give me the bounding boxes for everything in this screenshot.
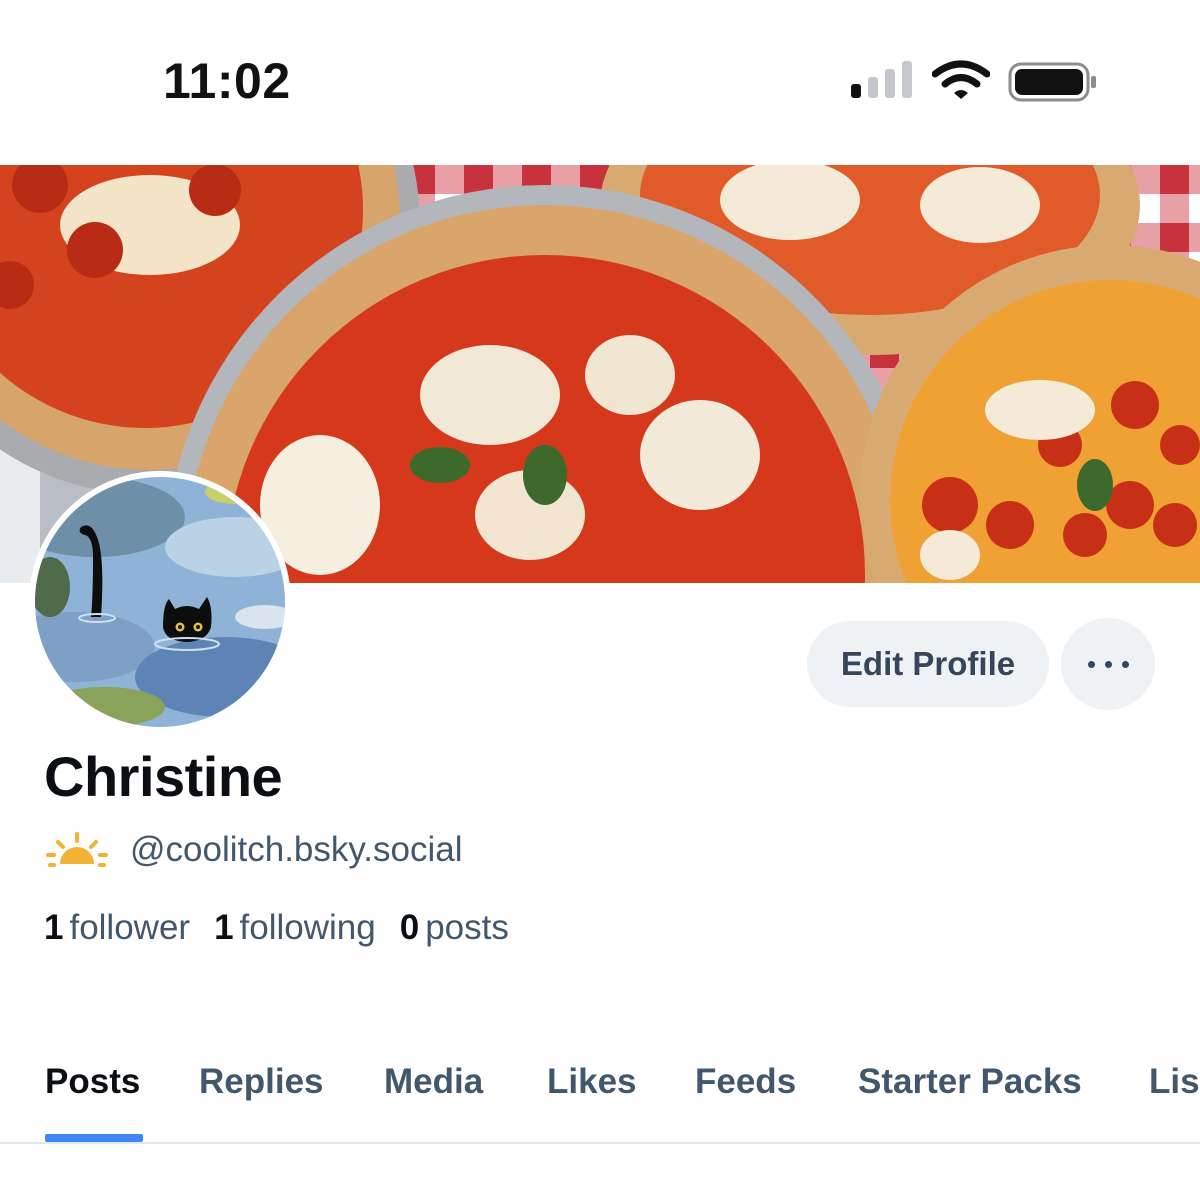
tabs-divider — [0, 1142, 1200, 1144]
handle-row: @coolitch.bsky.social — [46, 828, 463, 872]
following-label: following — [239, 908, 376, 947]
tab-replies[interactable]: Replies — [199, 1062, 324, 1102]
cellular-signal-icon — [851, 61, 912, 98]
following-stat[interactable]: 1 following — [214, 908, 376, 948]
tab-lists[interactable]: Lists — [1149, 1062, 1200, 1102]
tab-likes[interactable]: Likes — [547, 1062, 637, 1102]
status-bar: 11:02 — [0, 0, 1200, 165]
wifi-icon — [932, 60, 990, 99]
more-options-button[interactable] — [1061, 618, 1155, 710]
profile-tabs: Posts Replies Media Likes Feeds Starter … — [0, 1040, 1200, 1144]
active-tab-indicator — [45, 1134, 143, 1142]
tab-feeds[interactable]: Feeds — [695, 1062, 796, 1102]
tab-posts[interactable]: Posts — [45, 1062, 140, 1102]
tab-starter-packs[interactable]: Starter Packs — [858, 1062, 1082, 1102]
more-options-icon — [1083, 655, 1134, 673]
avatar-image — [35, 477, 285, 727]
posts-label: posts — [425, 908, 509, 947]
posts-stat: 0 posts — [400, 908, 509, 948]
display-name: Christine — [44, 745, 283, 808]
profile-stats: 1 follower 1 following 0 posts — [44, 908, 533, 948]
profile-avatar[interactable] — [29, 471, 291, 733]
followers-count: 1 — [44, 908, 64, 947]
battery-icon — [1008, 62, 1096, 102]
followers-label: follower — [69, 908, 191, 947]
status-time: 11:02 — [163, 53, 291, 109]
edit-profile-button[interactable]: Edit Profile — [807, 621, 1049, 707]
followers-stat[interactable]: 1 follower — [44, 908, 190, 948]
following-count: 1 — [214, 908, 234, 947]
tab-media[interactable]: Media — [384, 1062, 483, 1102]
profile-handle: @coolitch.bsky.social — [130, 830, 463, 869]
sun-icon — [46, 832, 108, 867]
posts-count: 0 — [399, 908, 420, 947]
